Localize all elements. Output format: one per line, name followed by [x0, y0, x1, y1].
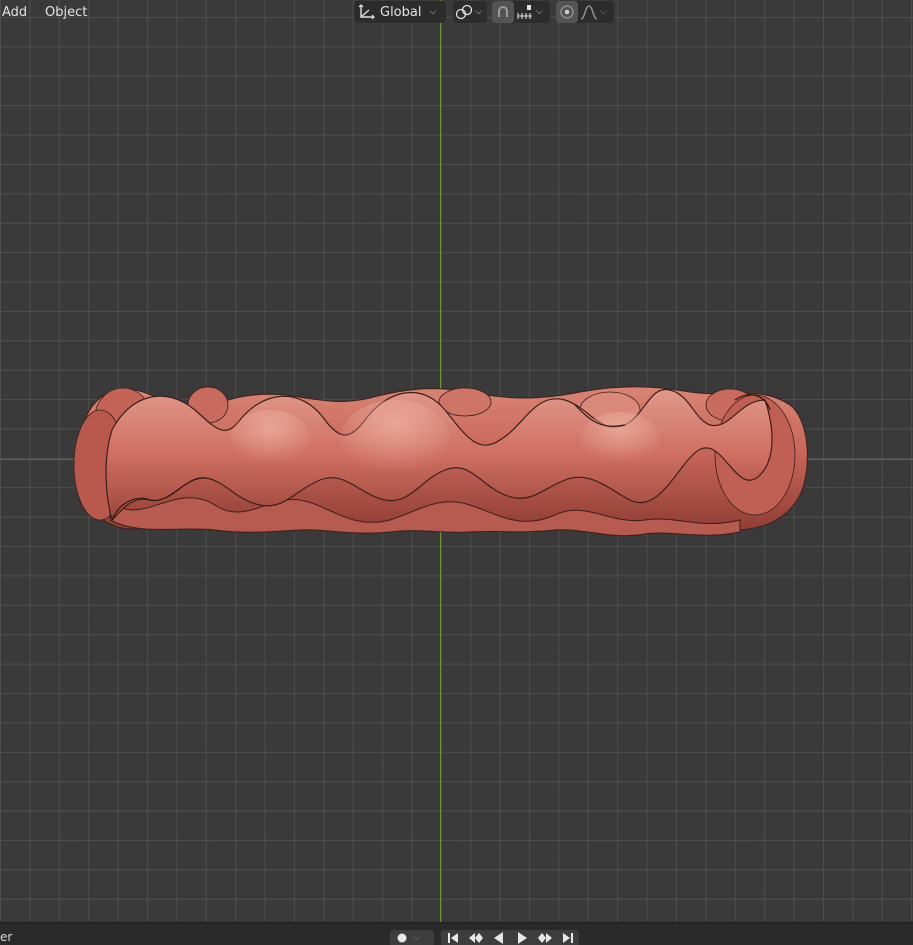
3d-viewport[interactable] — [0, 0, 913, 922]
chevron-down-icon[interactable]: ⌵ — [413, 933, 420, 943]
jump-to-next-keyframe-icon[interactable] — [533, 930, 556, 945]
keyframe-record-dropdown[interactable]: ⌵ — [390, 930, 434, 945]
record-keyframe-icon[interactable] — [390, 930, 413, 945]
playback-controls — [441, 930, 579, 945]
transform-orientation-icon — [354, 1, 380, 23]
jump-to-end-icon[interactable] — [556, 930, 579, 945]
snap-increment-icon[interactable] — [514, 1, 536, 23]
transform-orientation-dropdown[interactable]: Global ⌵ — [354, 1, 446, 23]
proportional-editing-icon[interactable] — [556, 1, 578, 23]
play-reverse-icon[interactable] — [487, 930, 510, 945]
wavy-ring-mesh[interactable] — [0, 0, 913, 922]
chevron-down-icon[interactable]: ⌵ — [536, 7, 543, 17]
chevron-down-icon: ⌵ — [475, 7, 482, 17]
timeline-bar: er ⌵ — [0, 922, 913, 945]
orientation-value: Global — [380, 4, 422, 20]
jump-to-previous-keyframe-icon[interactable] — [464, 930, 487, 945]
jump-to-start-icon[interactable] — [441, 930, 464, 945]
chevron-down-icon: ⌵ — [429, 7, 437, 17]
menu-add[interactable]: Add — [2, 4, 27, 21]
chevron-down-icon[interactable]: ⌵ — [600, 7, 607, 17]
pivot-point-icon — [453, 1, 475, 23]
specular-highlight — [230, 410, 310, 470]
snap-magnet-icon[interactable] — [492, 1, 514, 23]
pivot-point-dropdown[interactable]: ⌵ — [453, 1, 487, 23]
timeline-label: er — [0, 930, 13, 944]
specular-highlight — [340, 400, 450, 480]
play-icon[interactable] — [510, 930, 533, 945]
viewport-header: Add Object Global ⌵ ⌵ ⌵ ⌵ — [0, 0, 913, 25]
proportional-editing-controls: ⌵ — [556, 1, 614, 23]
falloff-curve-icon[interactable] — [578, 1, 600, 23]
blender-window: Add Object Global ⌵ ⌵ ⌵ ⌵ er ⌵ — [0, 0, 913, 945]
menu-object[interactable]: Object — [45, 4, 87, 21]
snap-controls: ⌵ — [492, 1, 550, 23]
